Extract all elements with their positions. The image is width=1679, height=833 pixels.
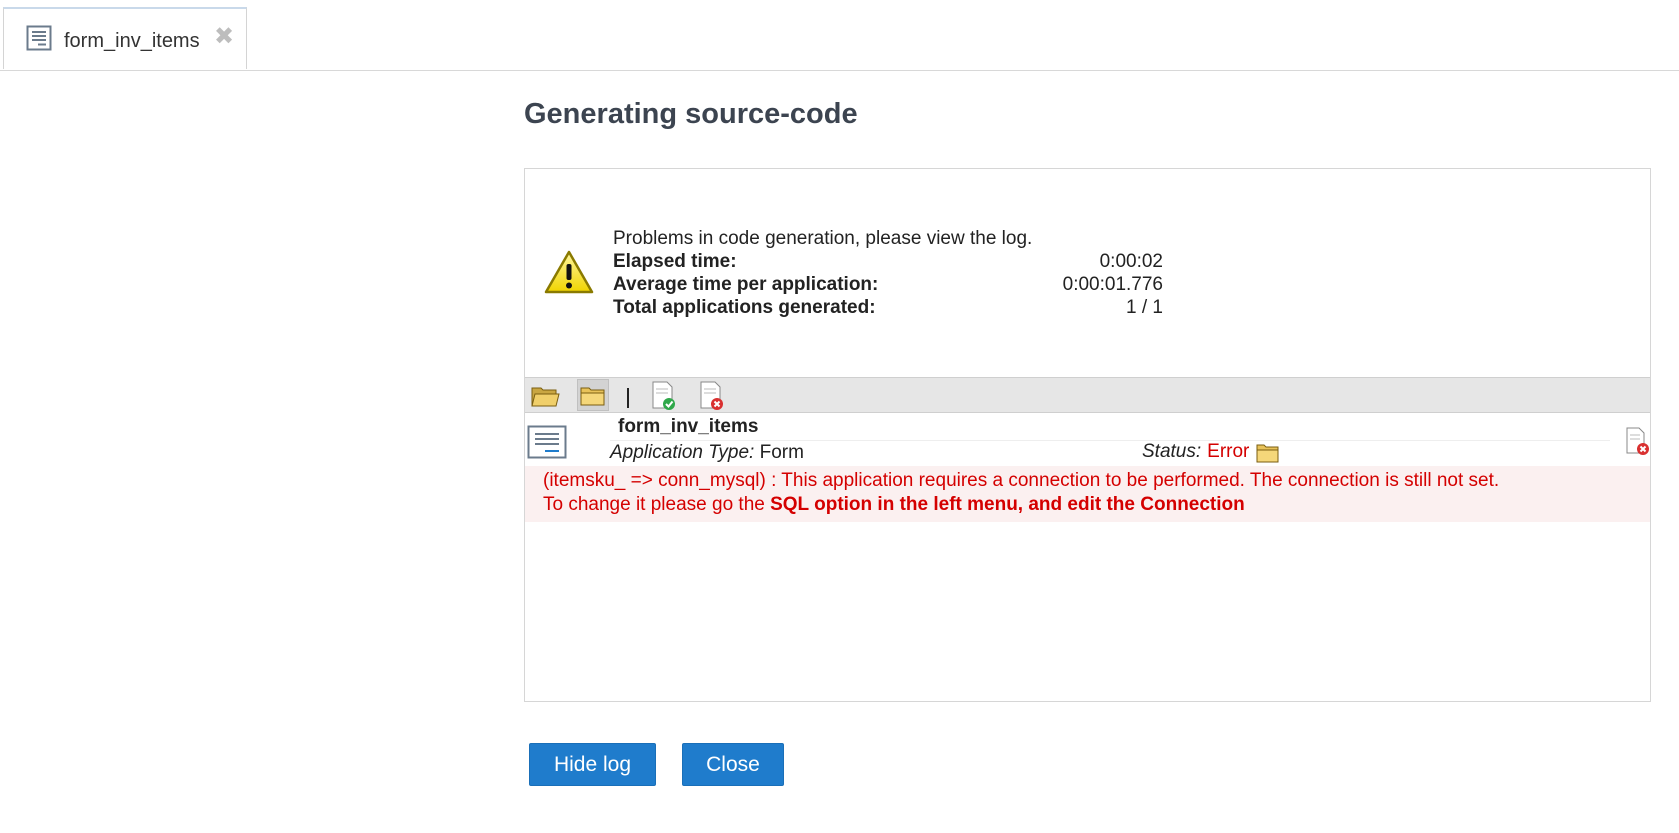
error-line-2-prefix: To change it please go the — [543, 494, 771, 515]
toolbar-separator — [627, 388, 629, 408]
summary-value: 0:00:02 — [1099, 251, 1163, 272]
status-value: Error — [1207, 441, 1250, 462]
application-type-value: Form — [759, 442, 804, 463]
file-error-icon[interactable] — [1624, 426, 1650, 461]
summary-row-average: Average time per application: 0:00:01.77… — [613, 273, 1163, 296]
error-line-2: To change it please go the SQL option in… — [543, 493, 1632, 517]
open-folder-icon[interactable] — [1255, 440, 1281, 464]
application-name: form_inv_items — [618, 416, 759, 437]
summary-label: Elapsed time: — [613, 251, 737, 272]
close-button[interactable]: Close — [682, 743, 784, 786]
summary-row-elapsed: Elapsed time: 0:00:02 — [613, 250, 1163, 273]
summary-value: 1 / 1 — [1126, 297, 1163, 318]
error-line-2-emphasis: SQL option in the left menu, and edit th… — [770, 494, 1245, 515]
folder-icon[interactable] — [577, 379, 609, 411]
hide-log-button[interactable]: Hide log — [529, 743, 656, 786]
generation-log-panel: Problems in code generation, please view… — [524, 168, 1651, 702]
summary-row-total: Total applications generated: 1 / 1 — [613, 296, 1163, 319]
summary-label: Average time per application: — [613, 274, 879, 295]
application-status: Status: Error — [1142, 440, 1281, 464]
tab-bar: form_inv_items ✖ — [0, 0, 1679, 71]
summary-label: Total applications generated: — [613, 297, 876, 318]
summary-message: Problems in code generation, please view… — [613, 228, 1033, 249]
file-check-icon[interactable] — [647, 379, 679, 411]
error-line-1: (itemsku_ => conn_mysql) : This applicat… — [543, 470, 1500, 491]
form-application-icon — [527, 425, 567, 464]
status-label: Status: — [1142, 441, 1202, 462]
form-document-icon — [26, 25, 52, 56]
tab-label: form_inv_items — [64, 30, 200, 52]
application-type-label: Application Type: — [610, 442, 755, 463]
row-divider — [610, 440, 1610, 441]
file-error-icon[interactable] — [695, 379, 727, 411]
log-toolbar — [525, 377, 1650, 413]
tab-form-inv-items[interactable]: form_inv_items ✖ — [3, 7, 247, 69]
close-tab-icon[interactable]: ✖ — [214, 25, 234, 49]
summary-value: 0:00:01.776 — [1062, 274, 1163, 295]
error-message: (itemsku_ => conn_mysql) : This applicat… — [525, 466, 1650, 522]
application-type: Application Type: Form — [610, 442, 804, 464]
folder-open-icon[interactable] — [529, 379, 561, 411]
warning-icon — [543, 249, 595, 300]
application-row: form_inv_items Application Type: Form St… — [525, 414, 1650, 467]
page-title: Generating source-code — [524, 98, 858, 130]
generation-summary: Problems in code generation, please view… — [613, 227, 1163, 319]
